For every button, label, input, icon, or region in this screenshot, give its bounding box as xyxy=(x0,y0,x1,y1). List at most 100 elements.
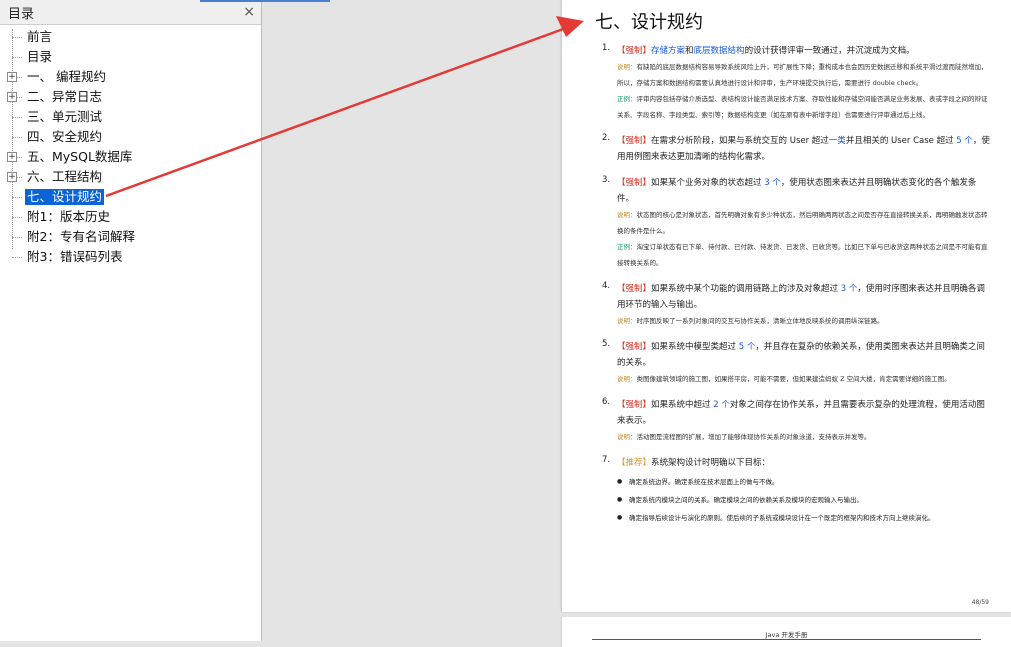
bullet-item: 确定系统内模块之间的关系。确定模块之间的依赖关系及模块的宏观输入与输出。 xyxy=(617,491,992,509)
bullet-item: 确定系统边界。确定系统在技术层面上的做与不做。 xyxy=(617,473,992,491)
next-page: Java 开发手册 xyxy=(561,617,1011,647)
rule-item: 2. 【强制】在需求分析阶段，如果与系统交互的 User 超过一类并且相关的 Us… xyxy=(602,133,992,165)
mandatory-tag: 【强制】 xyxy=(617,136,652,146)
rule-item: 3. 【强制】如果某个业务对象的状态超过 3 个，使用状态图来表达并且明确状态变化… xyxy=(602,175,992,271)
note-text: 活动图是流程图的扩展，增加了能够体现协作关系的对象泳道，支持表示并发等。 xyxy=(636,433,871,441)
toc-item-label: 五、MySQL数据库 xyxy=(27,149,133,164)
example-label: 正例： xyxy=(617,95,637,103)
note-label: 说明： xyxy=(617,63,637,71)
rule-number: 1. xyxy=(602,43,611,53)
toc-item-label: 二、异常日志 xyxy=(27,89,103,104)
toc-item[interactable]: + 五、MySQL数据库 xyxy=(0,147,261,167)
mandatory-tag: 【强制】 xyxy=(617,284,652,294)
toc-item[interactable]: 附1：版本历史 xyxy=(0,207,261,227)
highlight-text: 3 个 xyxy=(840,284,858,294)
toc-item-label: 目录 xyxy=(27,49,53,64)
recommend-tag: 【推荐】 xyxy=(617,458,652,468)
rule-number: 2. xyxy=(602,133,611,143)
rule-item: 6. 【强制】如果系统中超过 2 个对象之间存在协作关系，并且需要表示复杂的处理流… xyxy=(602,397,992,445)
toc-item[interactable]: + 六、工程结构 xyxy=(0,167,261,187)
highlight-text: 一类 xyxy=(828,136,846,146)
highlight-text: 5 个 xyxy=(956,136,973,146)
bullet-list: 确定系统边界。确定系统在技术层面上的做与不做。确定系统内模块之间的关系。确定模块… xyxy=(617,473,992,527)
note-label: 说明： xyxy=(617,317,637,325)
highlight-text: 存储方案 xyxy=(651,46,686,56)
toc-title: 目录 xyxy=(8,6,35,22)
page-title: 七、设计规约 xyxy=(595,12,703,33)
toc-item[interactable]: + 二、异常日志 xyxy=(0,87,261,107)
positive-example: 正例：淘宝订单状态有已下单、待付款、已付款、待发货、已发货、已收货等。比如已下单… xyxy=(617,239,992,271)
page-header: Java 开发手册 xyxy=(765,631,808,639)
rule-text-part: 如果某个业务对象的状态超过 xyxy=(651,178,765,188)
rule-text: 【推荐】系统架构设计时明确以下目标： xyxy=(617,455,992,471)
note-text: 类图像建筑领域的施工图，如果搭平房，可能不需要，但如果建造蚂蚁 Z 空间大楼，肯… xyxy=(636,375,951,383)
bullet-item: 确定指导后续设计与演化的原则。使后续的子系统或模块设计在一个既定的框架内和技术方… xyxy=(617,509,992,527)
page-content: 1. 【强制】存储方案和底层数据结构的设计获得评审一致通过，并沉淀成为文档。 说明：… xyxy=(602,43,992,537)
rule-text: 【强制】如果某个业务对象的状态超过 3 个，使用状态图来表达并且明确状态变化的各… xyxy=(617,175,992,207)
toc-item[interactable]: 目录 xyxy=(0,47,261,67)
rule-text: 【强制】在需求分析阶段，如果与系统交互的 User 超过一类并且相关的 User… xyxy=(617,133,992,165)
document-page: 七、设计规约 1. 【强制】存储方案和底层数据结构的设计获得评审一致通过，并沉淀成… xyxy=(561,0,1011,612)
toc-item[interactable]: 三、单元测试 xyxy=(0,107,261,127)
toc-item[interactable]: 附3：错误码列表 xyxy=(0,247,261,267)
rule-item: 4. 【强制】如果系统中某个功能的调用链路上的涉及对象超过 3 个，使用时序图来表… xyxy=(602,281,992,329)
header-rule xyxy=(592,639,981,640)
toc-item-label: 四、安全规约 xyxy=(27,129,103,144)
rule-text-part: 如果系统中超过 xyxy=(651,400,714,410)
highlight-text: 3 个 xyxy=(764,178,781,188)
rule-text-part: 如果系统中某个功能的调用链路上的涉及对象超过 xyxy=(651,284,841,294)
note-label: 说明： xyxy=(617,211,637,219)
toc-item[interactable]: 附2：专有名词解释 xyxy=(0,227,261,247)
toc-item[interactable]: 四、安全规约 xyxy=(0,127,261,147)
explanation-note: 说明：类图像建筑领域的施工图，如果搭平房，可能不需要，但如果建造蚂蚁 Z 空间大… xyxy=(617,371,992,387)
rule-number: 3. xyxy=(602,175,611,185)
rule-text-part: 的设计获得评审一致通过，并沉淀成为文档。 xyxy=(744,46,915,56)
toc-item-label: 附1：版本历史 xyxy=(27,209,110,224)
expand-icon[interactable]: + xyxy=(7,172,17,182)
rule-text-part: 系统架构设计时明确以下目标： xyxy=(651,458,771,468)
toc-item-label: 三、单元测试 xyxy=(27,109,103,124)
mandatory-tag: 【强制】 xyxy=(617,46,652,56)
mandatory-tag: 【强制】 xyxy=(617,342,652,352)
tree-branch-line xyxy=(12,217,22,218)
mandatory-tag: 【强制】 xyxy=(617,178,652,188)
toc-item-label: 附2：专有名词解释 xyxy=(27,229,135,244)
note-text: 状态图的核心是对象状态，首先明确对象有多少种状态，然后明确两两状态之间是否存在直… xyxy=(617,211,988,235)
rule-text-part: 在需求分析阶段，如果与系统交互的 User 超过 xyxy=(651,136,829,146)
rule-item: 7. 【推荐】系统架构设计时明确以下目标： 确定系统边界。确定系统在技术层面上的做与… xyxy=(602,455,992,527)
note-label: 说明： xyxy=(617,375,637,383)
toc-item-label: 一、 编程规约 xyxy=(27,69,106,84)
tree-branch-line xyxy=(12,257,22,258)
mandatory-tag: 【强制】 xyxy=(617,400,652,410)
rule-item: 5. 【强制】如果系统中模型类超过 5 个，并且存在复杂的依赖关系，使用类图来表达… xyxy=(602,339,992,387)
rule-text: 【强制】如果系统中超过 2 个对象之间存在协作关系，并且需要表示复杂的处理流程，… xyxy=(617,397,992,429)
toc-item[interactable]: + 一、 编程规约 xyxy=(0,67,261,87)
highlight-text: 2 个 xyxy=(713,400,730,410)
rule-text-part: 和 xyxy=(685,46,694,56)
close-icon[interactable]: × xyxy=(243,4,255,20)
toc-header: 目录 × xyxy=(0,0,261,25)
highlight-text: 5 个 xyxy=(738,342,756,352)
note-text: 时序图反映了一系列对象间的交互与协作关系，清晰立体地反映系统的调用纵深链路。 xyxy=(636,317,884,325)
note-text: 有缺陷的底层数据结构容易导致系统风险上升，可扩展性下降；重构成本也会因历史数据迁… xyxy=(617,63,988,87)
toc-item-label: 六、工程结构 xyxy=(27,169,103,184)
example-label: 正例： xyxy=(617,243,637,251)
expand-icon[interactable]: + xyxy=(7,92,17,102)
toc-item-label: 前言 xyxy=(27,29,53,44)
example-text: 评审内容包括存储介质选型、表结构设计能否满足技术方案、存取性能和存储空间能否满足… xyxy=(617,95,988,119)
toc-item-label: 附3：错误码列表 xyxy=(27,249,123,264)
explanation-note: 说明：活动图是流程图的扩展，增加了能够体现协作关系的对象泳道，支持表示并发等。 xyxy=(617,429,992,445)
tree-branch-line xyxy=(12,197,22,198)
toc-item[interactable]: 七、设计规约 xyxy=(0,187,261,207)
example-text: 淘宝订单状态有已下单、待付款、已付款、待发货、已发货、已收货等。比如已下单与已收… xyxy=(617,243,988,267)
top-accent-bar xyxy=(200,0,330,2)
toc-item[interactable]: 前言 xyxy=(0,27,261,47)
rule-number: 6. xyxy=(602,397,611,407)
expand-icon[interactable]: + xyxy=(7,152,17,162)
rule-text: 【强制】如果系统中某个功能的调用链路上的涉及对象超过 3 个，使用时序图来表达并… xyxy=(617,281,992,313)
expand-icon[interactable]: + xyxy=(7,72,17,82)
toc-tree: 前言目录 + 一、 编程规约 + 二、异常日志 三、单元测试 四、安全规约 + 五、MySQL数… xyxy=(0,27,261,267)
tree-branch-line xyxy=(12,237,22,238)
rule-item: 1. 【强制】存储方案和底层数据结构的设计获得评审一致通过，并沉淀成为文档。说明：… xyxy=(602,43,992,123)
highlight-text: 底层数据结构 xyxy=(693,46,745,56)
